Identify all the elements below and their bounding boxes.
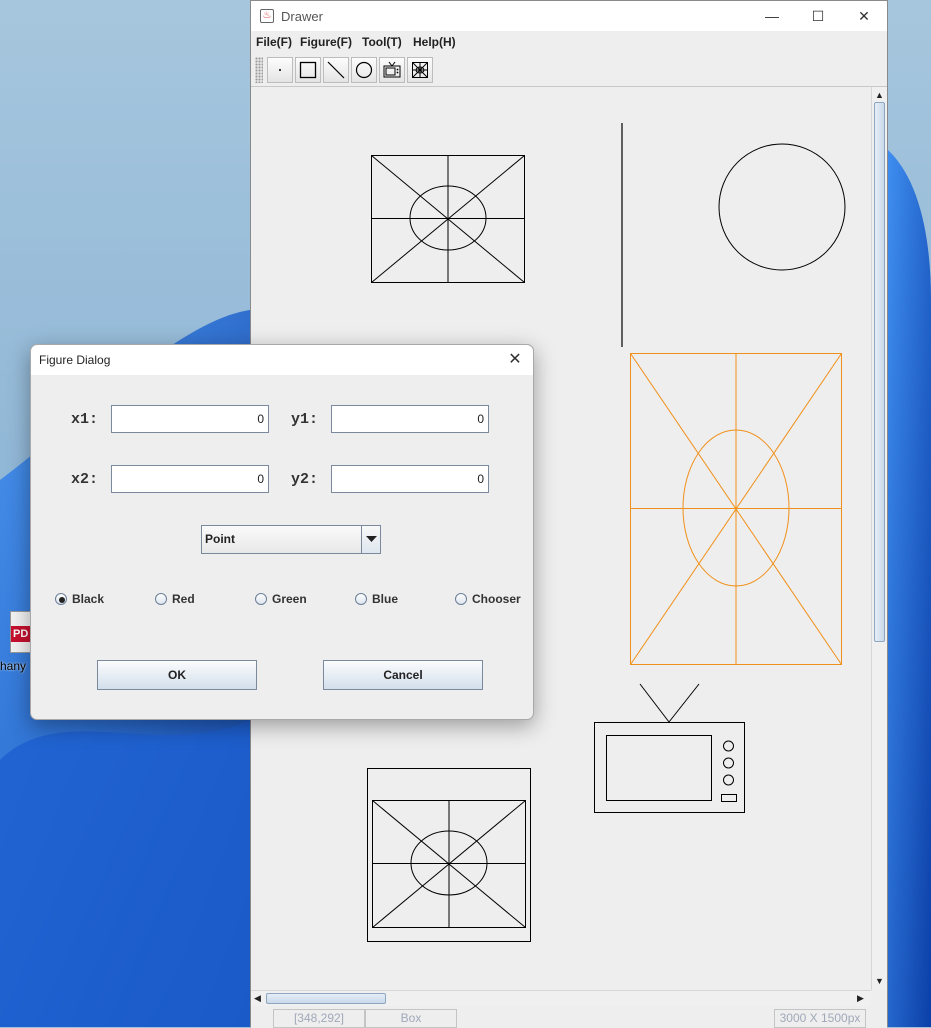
vertical-scroll-thumb[interactable] <box>874 102 885 642</box>
window-title: Drawer <box>281 9 323 24</box>
x1-field[interactable]: 0 <box>111 405 269 433</box>
ok-button[interactable]: OK <box>97 660 257 690</box>
java-app-icon: ♨ <box>260 9 274 23</box>
rectangle-icon <box>299 61 317 79</box>
tv-icon <box>383 61 401 78</box>
close-button[interactable]: ✕ <box>841 1 887 31</box>
status-canvas-size: 3000 X 1500px <box>774 1009 866 1028</box>
dialog-close-button[interactable]: ✕ <box>503 349 527 371</box>
line-icon <box>327 61 345 79</box>
circle-icon <box>355 61 373 79</box>
box-shape <box>371 155 525 283</box>
menu-bar: File(F) Figure(F) Tool(T) Help(H) <box>251 31 887 53</box>
toolbar-grip[interactable] <box>255 57 263 83</box>
menu-figure[interactable]: Figure(F) <box>300 35 352 49</box>
scroll-right-icon[interactable]: ▶ <box>857 992 864 1004</box>
figure-dialog: Figure Dialog ✕ x1: 0 y1: 0 x2: 0 y2: 0 … <box>30 344 534 720</box>
status-mode: Box <box>365 1009 457 1028</box>
dialog-title: Figure Dialog <box>39 353 111 367</box>
point-icon <box>279 69 281 71</box>
tv-shape <box>594 683 745 813</box>
framed-box-shape <box>367 768 531 942</box>
status-coords: [348,292] <box>273 1009 365 1028</box>
box-tool-button[interactable] <box>407 57 433 83</box>
horizontal-scrollbar[interactable]: ◀ ▶ <box>251 990 871 1006</box>
scroll-down-icon[interactable]: ▼ <box>875 975 884 987</box>
menu-file[interactable]: File(F) <box>256 35 292 49</box>
radio-circle <box>455 593 467 605</box>
x2-field[interactable]: 0 <box>111 465 269 493</box>
figure-type-value: Point <box>205 532 235 546</box>
rectangle-tool-button[interactable] <box>295 57 321 83</box>
cancel-button[interactable]: Cancel <box>323 660 483 690</box>
x1-label: x1: <box>71 411 99 428</box>
x2-label: x2: <box>71 471 99 488</box>
maximize-button[interactable]: ☐ <box>795 1 841 31</box>
menu-tool[interactable]: Tool(T) <box>362 35 402 49</box>
vertical-scrollbar[interactable]: ▲ ▼ <box>871 87 887 990</box>
radio-label-green: Green <box>272 592 307 606</box>
radio-circle <box>55 593 67 605</box>
circle-tool-button[interactable] <box>351 57 377 83</box>
scroll-left-icon[interactable]: ◀ <box>254 992 261 1004</box>
selected-box-shape <box>630 353 842 665</box>
box-icon <box>412 62 428 78</box>
scroll-up-icon[interactable]: ▲ <box>875 89 884 101</box>
radio-circle <box>155 593 167 605</box>
y1-field[interactable]: 0 <box>331 405 489 433</box>
title-bar[interactable]: ♨ Drawer — ☐ ✕ <box>251 1 887 31</box>
radio-label-red: Red <box>172 592 195 606</box>
minimize-button[interactable]: — <box>749 1 795 31</box>
dialog-title-bar[interactable]: Figure Dialog ✕ <box>31 345 533 375</box>
tv-tool-button[interactable] <box>379 57 405 83</box>
desktop-icon-label: hany <box>0 659 27 673</box>
y2-label: y2: <box>291 471 319 488</box>
radio-selected-dot <box>59 597 65 603</box>
menu-help[interactable]: Help(H) <box>413 35 456 49</box>
figure-type-select[interactable]: Point <box>201 525 381 554</box>
toolbar <box>251 53 887 87</box>
status-bar: [348,292] Box 3000 X 1500px <box>251 1007 887 1028</box>
point-tool-button[interactable] <box>267 57 293 83</box>
y2-field[interactable]: 0 <box>331 465 489 493</box>
line-tool-button[interactable] <box>323 57 349 83</box>
horizontal-scroll-thumb[interactable] <box>266 993 386 1004</box>
circle-shape <box>718 143 846 271</box>
y1-label: y1: <box>291 411 319 428</box>
radio-label-blue: Blue <box>372 592 399 606</box>
radio-label-black: Black <box>72 592 105 606</box>
chevron-down-icon <box>366 536 377 542</box>
radio-circle <box>355 593 367 605</box>
radio-circle <box>255 593 267 605</box>
dropdown-button[interactable] <box>361 526 380 553</box>
desktop-pdf-shortcut[interactable]: PD hany <box>0 607 36 677</box>
radio-label-chooser: Chooser <box>472 592 521 606</box>
